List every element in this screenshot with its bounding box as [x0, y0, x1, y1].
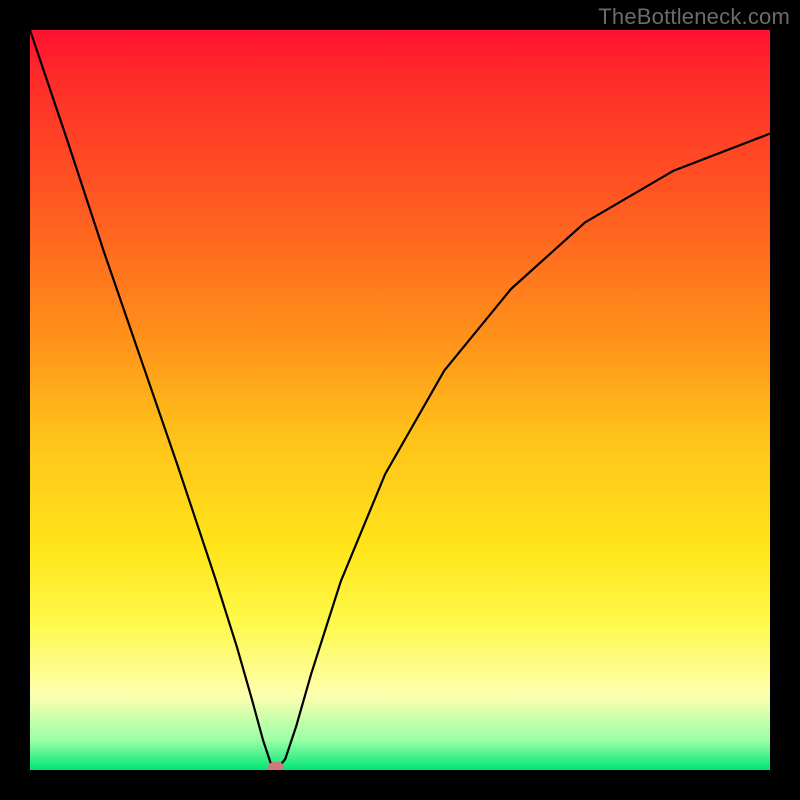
- plot-area: [30, 30, 770, 770]
- bottleneck-curve: [30, 30, 770, 770]
- watermark-label: TheBottleneck.com: [598, 4, 790, 30]
- chart-frame: TheBottleneck.com: [0, 0, 800, 800]
- optimal-marker: [268, 762, 284, 770]
